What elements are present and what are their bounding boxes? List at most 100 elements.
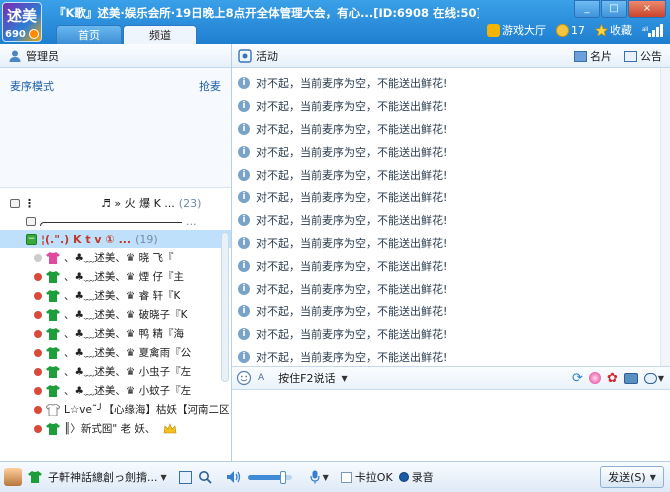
user-row[interactable]: 、♣﹏述美、♛ 小蚊子『左 xyxy=(0,381,231,400)
user-row[interactable]: L☆ve˜╯【心缘海】枯妖【河南二区 xyxy=(0,400,231,419)
member-list-scrollbar[interactable] xyxy=(221,232,229,382)
microphone-dropdown[interactable]: ▼ xyxy=(310,470,329,484)
system-message: i 对不起，当前麦序为空，不能送出鲜花! xyxy=(232,186,670,209)
user-row[interactable]: 、♣﹏述美、♛ 夏禽雨『公 xyxy=(0,343,231,362)
chat-options-icon[interactable]: ▼ xyxy=(643,372,664,384)
shirt-icon xyxy=(46,270,60,283)
message-input[interactable] xyxy=(232,391,670,461)
system-message: i 对不起，当前麦序为空，不能送出鲜花! xyxy=(232,118,670,141)
karaoke-checkbox[interactable]: 卡拉OK xyxy=(340,469,393,485)
user-row[interactable]: 、♣﹏述美、♛ 破晓子『K xyxy=(0,305,231,324)
talk-mode-dropdown[interactable]: 按住F2说话 ▼ xyxy=(278,370,347,386)
volume-knob[interactable] xyxy=(279,470,286,484)
restore-button[interactable]: □ xyxy=(601,0,627,18)
message-text: 对不起，当前麦序为空，不能送出鲜花! xyxy=(256,122,448,136)
record-radio[interactable]: 录音 xyxy=(398,469,434,485)
chevron-down-icon: ▼ xyxy=(160,472,167,482)
user-name: ║〉新式囮" 老 妖、 xyxy=(64,423,156,435)
info-icon: i xyxy=(238,282,250,295)
user-name: 、♣﹏述美、♛ 鸭 精『海 xyxy=(64,328,185,340)
user-name: 、♣﹏述美、♛ 夏禽雨『公 xyxy=(64,347,192,359)
info-icon: i xyxy=(238,145,250,158)
window-title: 『K歌』述美·娱乐会所·19日晚上8点开全体管理大会，有心...[ID:6908… xyxy=(54,6,479,20)
user-name: 、♣﹏述美、♛ 晓 飞『 xyxy=(64,252,174,264)
info-icon: i xyxy=(238,122,250,135)
shirt-icon xyxy=(46,365,60,378)
user-row[interactable]: 、♣﹏述美、♛ 煙 仔『主 xyxy=(0,267,231,286)
status-dot-icon xyxy=(34,405,42,414)
user-row[interactable]: 、♣﹏述美、♛ 小虫子『左 xyxy=(0,362,231,381)
user-name: L☆ve˜╯【心缘海】枯妖【河南二区 xyxy=(64,404,230,416)
bubble-icon xyxy=(643,372,657,384)
font-icon[interactable]: A xyxy=(258,373,264,383)
avatar[interactable] xyxy=(4,468,22,486)
settings-icon[interactable] xyxy=(178,470,192,484)
shirt-icon xyxy=(46,251,60,264)
favorite-link[interactable]: 收藏 xyxy=(595,22,632,38)
info-icon: i xyxy=(238,77,250,90)
user-row[interactable]: 、♣﹏述美、♛ 晓 飞『 xyxy=(0,248,231,267)
volume-slider[interactable] xyxy=(247,470,292,484)
channel-logo: 述美 690 xyxy=(2,2,42,42)
group-row-selected[interactable]: − ¦(.".) K t v ① ... (19) xyxy=(0,230,231,248)
emoji-icon[interactable] xyxy=(236,370,252,386)
chevron-down-icon: ▼ xyxy=(322,472,329,482)
message-list: i 对不起，当前麦序为空，不能送出鲜花! i 对不起，当前麦序为空，不能送出鲜花! … xyxy=(232,68,670,406)
group-row[interactable]: ... xyxy=(0,212,231,230)
radio-icon xyxy=(398,472,409,482)
shirt-icon xyxy=(46,422,60,435)
nickname-dropdown[interactable]: 子軒神話總創っ劍揹... ▼ xyxy=(48,469,167,485)
coins-link[interactable]: 17 xyxy=(556,23,585,37)
info-icon: i xyxy=(238,305,250,318)
game-hall-link[interactable]: 游戏大厅 xyxy=(487,22,546,38)
group-count: (19) xyxy=(135,232,158,246)
coin-icon xyxy=(556,23,569,37)
message-text: 对不起，当前麦序为空，不能送出鲜花! xyxy=(256,145,448,159)
user-row[interactable]: 、♣﹏述美、♛ 睿 轩『K xyxy=(0,286,231,305)
message-text: 对不起，当前麦序为空，不能送出鲜花! xyxy=(256,191,448,205)
system-message: i 对不起，当前麦序为空，不能送出鲜花! xyxy=(232,254,670,277)
message-text: 对不起，当前麦序为空，不能送出鲜花! xyxy=(256,168,448,182)
status-dot-icon xyxy=(34,424,42,433)
message-text: 对不起，当前麦序为空，不能送出鲜花! xyxy=(256,100,448,114)
group-marker: ⋮ xyxy=(24,196,35,210)
close-button[interactable]: × xyxy=(628,0,666,18)
admin-header[interactable]: 管理员 xyxy=(0,44,231,68)
shirt-icon xyxy=(46,403,60,416)
tab-home[interactable]: 首页 xyxy=(56,25,122,44)
input-toolbar: A 按住F2说话 ▼ ⟳ ✿ ▼ xyxy=(232,366,670,390)
chat-panel: 活动 名片 公告 i 对不起，当前麦序为空，不能送出鲜花! i 对不起，当前麦序为空… xyxy=(232,44,670,461)
message-text: 对不起，当前麦序为空，不能送出鲜花! xyxy=(256,305,448,319)
tab-channel[interactable]: 频道 xyxy=(123,25,197,44)
speaker-icon[interactable] xyxy=(226,470,242,484)
lollipop-icon[interactable] xyxy=(588,372,601,384)
message-text: 对不起，当前麦序为空，不能送出鲜花! xyxy=(256,214,448,228)
message-text: 对不起，当前麦序为空，不能送出鲜花! xyxy=(256,350,448,364)
refresh-icon[interactable]: ⟳ xyxy=(572,371,583,386)
user-row[interactable]: 、♣﹏述美、♛ 鸭 精『海 xyxy=(0,324,231,343)
user-row[interactable]: ║〉新式囮" 老 妖、 xyxy=(0,419,231,438)
grab-mic-button[interactable]: 抢麦 xyxy=(199,78,221,177)
minimize-button[interactable]: _ xyxy=(574,0,600,18)
message-text: 对不起，当前麦序为空，不能送出鲜花! xyxy=(256,236,448,250)
activity-label[interactable]: 活动 xyxy=(256,48,278,64)
notice-link[interactable]: 公告 xyxy=(624,48,662,64)
star-icon xyxy=(595,23,608,37)
collapse-icon[interactable]: − xyxy=(26,233,37,245)
system-message: i 对不起，当前麦序为空，不能送出鲜花! xyxy=(232,232,670,255)
title-bar: 述美 690 『K歌』述美·娱乐会所·19日晚上8点开全体管理大会，有心...[… xyxy=(0,0,670,44)
game-hall-icon xyxy=(487,23,500,37)
coins-count: 17 xyxy=(571,23,585,37)
search-icon[interactable] xyxy=(198,470,212,484)
card-link[interactable]: 名片 xyxy=(574,48,612,64)
message-scrollbar[interactable] xyxy=(660,68,670,366)
info-icon: i xyxy=(238,328,250,341)
group-row[interactable]: ⋮ ♬ » 火 爆 K ... (23) xyxy=(0,194,231,212)
toolbox-icon[interactable] xyxy=(623,372,638,384)
notice-icon xyxy=(624,50,637,62)
microphone-icon xyxy=(310,470,320,484)
shirt-icon xyxy=(46,384,60,397)
send-button[interactable]: 发送(S) ▼ xyxy=(600,466,664,488)
flower-icon[interactable]: ✿ xyxy=(607,371,618,386)
activity-icon xyxy=(238,48,252,63)
